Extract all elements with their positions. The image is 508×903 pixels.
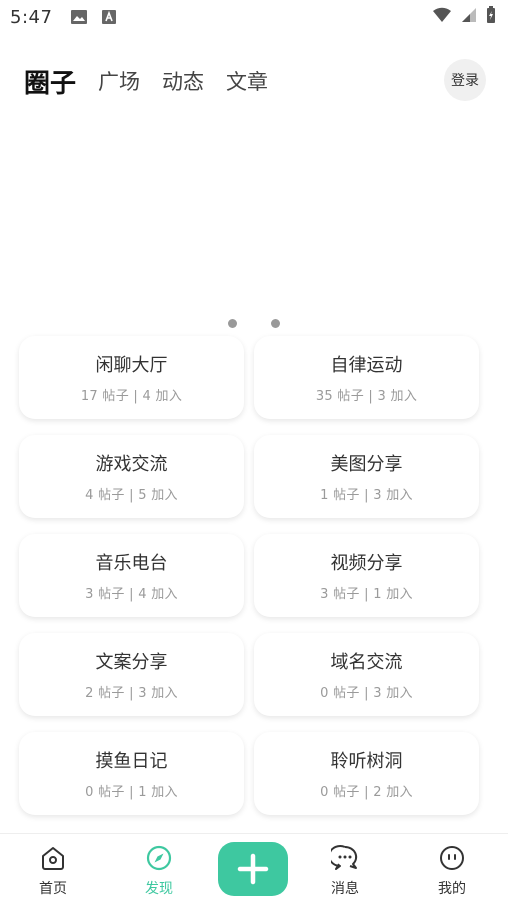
nav-discover[interactable]: 发现 [124,844,194,898]
circle-card[interactable]: 闲聊大厅 17 帖子 | 4 加入 [19,336,244,419]
app-root: 5:47 圈子 广场 动态 文章 登录 闲聊大厅 17 帖子 | 4 加入 自律… [0,0,508,903]
circle-stats: 0 帖子 | 2 加入 [320,785,413,800]
circle-card[interactable]: 自律运动 35 帖子 | 3 加入 [254,336,479,419]
circle-stats: 4 帖子 | 5 加入 [85,488,178,503]
tab-feed[interactable]: 动态 [162,66,204,96]
circle-name: 音乐电台 [95,553,168,574]
circle-name: 摸鱼日记 [95,751,168,772]
image-notification-icon [71,10,88,24]
circle-stats: 3 帖子 | 4 加入 [85,587,178,602]
carousel-dot[interactable] [228,319,237,328]
circle-card[interactable]: 聆听树洞 0 帖子 | 2 加入 [254,732,479,815]
carousel-dot[interactable] [271,319,280,328]
compass-icon [146,845,172,871]
circle-stats: 0 帖子 | 3 加入 [320,686,413,701]
banner-carousel[interactable] [0,110,508,310]
circle-name: 闲聊大厅 [95,355,168,376]
status-system-icons [432,6,496,24]
chat-icon [331,845,358,870]
circle-stats: 1 帖子 | 3 加入 [320,488,413,503]
status-bar: 5:47 [0,0,508,34]
login-button[interactable]: 登录 [444,59,486,101]
nav-profile[interactable]: 我的 [417,844,487,898]
circle-name: 域名交流 [330,652,403,673]
app-notification-icon [102,10,117,24]
circle-card[interactable]: 视频分享 3 帖子 | 1 加入 [254,534,479,617]
face-icon [440,846,464,870]
circle-name: 聆听树洞 [330,751,403,772]
battery-icon [487,6,495,23]
tab-articles[interactable]: 文章 [226,66,268,96]
nav-messages[interactable]: 消息 [310,844,380,898]
top-tab-bar: 圈子 广场 动态 文章 登录 [0,56,508,106]
carousel-indicator [0,319,508,328]
circle-stats: 0 帖子 | 1 加入 [85,785,178,800]
tab-circles[interactable]: 圈子 [24,63,76,100]
nav-profile-label: 我的 [438,881,466,897]
circle-name: 美图分享 [330,454,403,475]
nav-home[interactable]: 首页 [18,844,88,898]
circle-grid: 闲聊大厅 17 帖子 | 4 加入 自律运动 35 帖子 | 3 加入 游戏交流… [19,336,479,815]
circle-stats: 2 帖子 | 3 加入 [85,686,178,701]
circle-name: 文案分享 [95,652,168,673]
nav-discover-label: 发现 [145,881,173,897]
add-post-button[interactable] [218,842,288,896]
wifi-icon [433,7,451,22]
plus-icon [237,853,269,885]
circle-card[interactable]: 游戏交流 4 帖子 | 5 加入 [19,435,244,518]
signal-icon [462,8,476,22]
circle-stats: 3 帖子 | 1 加入 [320,587,413,602]
circle-card[interactable]: 音乐电台 3 帖子 | 4 加入 [19,534,244,617]
circle-name: 视频分享 [330,553,403,574]
nav-home-label: 首页 [39,881,67,897]
circle-card[interactable]: 美图分享 1 帖子 | 3 加入 [254,435,479,518]
circle-stats: 35 帖子 | 3 加入 [315,389,418,404]
circle-name: 游戏交流 [95,454,168,475]
status-notifications [70,8,118,26]
tab-square[interactable]: 广场 [98,66,140,96]
status-time: 5:47 [10,6,53,28]
circle-card[interactable]: 文案分享 2 帖子 | 3 加入 [19,633,244,716]
nav-messages-label: 消息 [331,881,359,897]
circle-stats: 17 帖子 | 4 加入 [80,389,183,404]
home-icon [42,847,64,870]
circle-card[interactable]: 摸鱼日记 0 帖子 | 1 加入 [19,732,244,815]
bottom-nav: 首页 发现 消息 我的 [0,833,508,903]
circle-name: 自律运动 [330,355,403,376]
circle-card[interactable]: 域名交流 0 帖子 | 3 加入 [254,633,479,716]
